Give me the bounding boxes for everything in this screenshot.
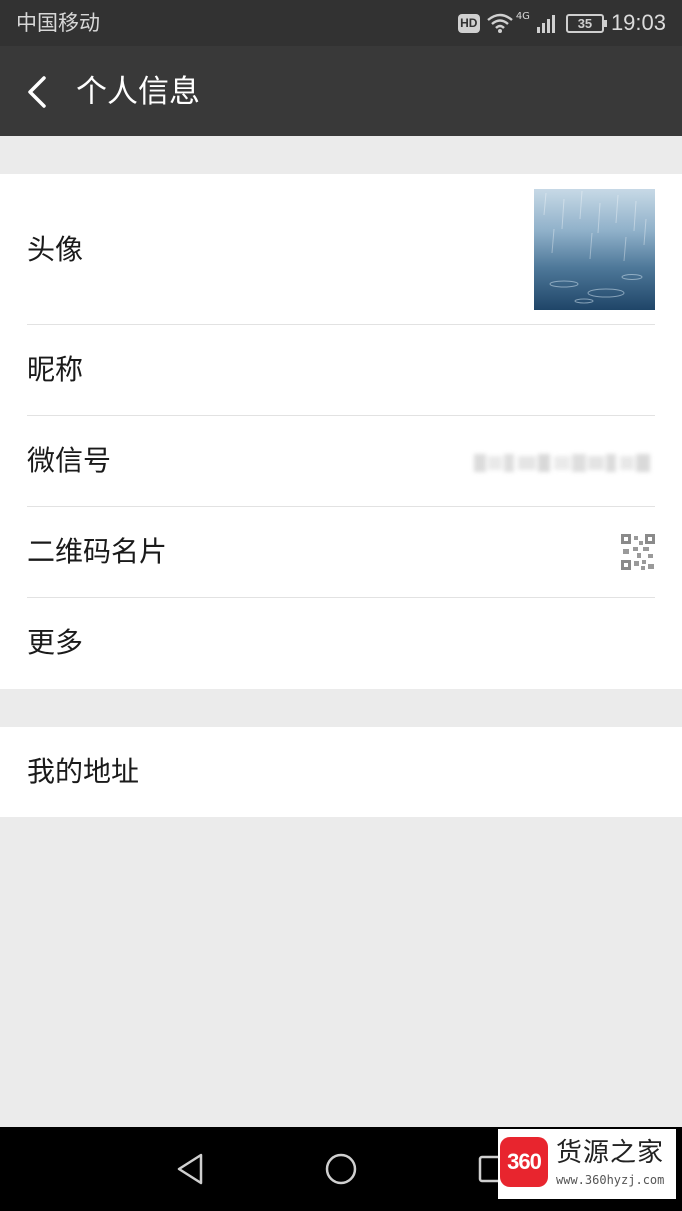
avatar-row[interactable]: 头像 (0, 174, 682, 325)
status-bar: 中国移动 HD 4G 35 19:03 (0, 0, 682, 46)
profile-group: 头像 昵称 微信号 二维码名片 更多 (0, 174, 682, 689)
carrier-name: 中国移动 (16, 11, 100, 35)
avatar-label: 头像 (27, 233, 84, 266)
title-bar: 个人信息 (0, 46, 682, 136)
status-icons: HD 4G 35 19:03 (457, 9, 666, 37)
qr-card-label: 二维码名片 (27, 535, 168, 568)
watermark: 360 货源之家 www.360hyzj.com (498, 1129, 676, 1199)
nickname-label: 昵称 (27, 353, 84, 386)
hd-badge: HD (457, 13, 480, 33)
chevron-left-icon (28, 76, 46, 108)
qr-code-icon (621, 534, 655, 570)
triangle-back-icon (177, 1153, 203, 1185)
network-type: 4G (515, 10, 530, 22)
avatar (534, 189, 655, 310)
battery-icon: 35 (565, 13, 607, 33)
clock: 19:03 (610, 10, 666, 35)
nickname-row[interactable]: 昵称 (0, 325, 682, 416)
watermark-url: www.360hyzj.com (556, 1173, 665, 1187)
my-address-row[interactable]: 我的地址 (0, 727, 682, 817)
nav-back-button[interactable] (170, 1149, 210, 1189)
address-group: 我的地址 (0, 727, 682, 817)
more-label: 更多 (27, 626, 84, 659)
back-button[interactable] (16, 70, 60, 114)
watermark-badge: 360 (500, 1137, 548, 1187)
more-row[interactable]: 更多 (0, 598, 682, 689)
watermark-name: 货源之家 (556, 1138, 665, 1168)
wechat-id-value-blurred (474, 454, 650, 472)
circle-home-icon (325, 1153, 357, 1185)
wifi-icon (487, 13, 513, 33)
nav-home-button[interactable] (321, 1149, 361, 1189)
wechat-id-row[interactable]: 微信号 (0, 416, 682, 507)
my-address-label: 我的地址 (27, 755, 140, 788)
qr-card-row[interactable]: 二维码名片 (0, 507, 682, 598)
signal-icon (536, 15, 555, 33)
page-title: 个人信息 (76, 74, 200, 110)
wechat-id-label: 微信号 (27, 444, 112, 477)
